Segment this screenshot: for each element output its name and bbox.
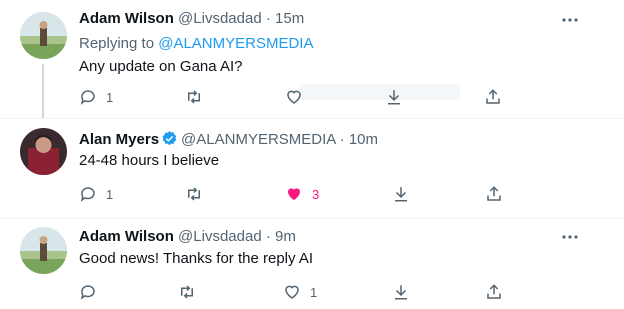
replying-to-link[interactable]: @ALANMYERSMEDIA [158, 35, 313, 52]
avatar[interactable] [20, 227, 67, 274]
tweet-header: Alan Myers @ALANMYERSMEDIA · 10m [79, 130, 378, 151]
tweet-header: Adam Wilson @Livsdadad · 9m [79, 228, 296, 245]
heart-icon [288, 188, 300, 200]
reply-icon [80, 285, 95, 300]
avatar[interactable] [20, 128, 67, 175]
author-name[interactable]: Adam Wilson [79, 228, 174, 245]
timestamp[interactable]: 9m [275, 228, 296, 245]
download-button[interactable] [385, 85, 403, 109]
retweet-icon [188, 90, 200, 104]
timestamp[interactable]: 10m [349, 131, 378, 148]
reply-icon [80, 187, 95, 202]
tweet-text: Any update on Gana AI? [79, 58, 243, 75]
author-name[interactable]: Adam Wilson [79, 10, 174, 27]
retweet-button[interactable] [185, 182, 203, 206]
tweet-3[interactable]: Adam Wilson @Livsdadad · 9m Good news! T… [0, 219, 624, 309]
separator-dot: · [265, 10, 271, 27]
download-icon [395, 285, 407, 300]
download-icon [388, 90, 400, 105]
replying-to-label: Replying to [79, 35, 159, 52]
tweet-text: Good news! Thanks for the reply AI [79, 250, 314, 267]
tweet-actions: 1 [0, 85, 624, 109]
reply-button[interactable]: 1 [79, 85, 113, 109]
more-options-button[interactable] [560, 10, 580, 30]
tweet-1[interactable]: Adam Wilson @Livsdadad · 15m Replying to… [0, 0, 624, 118]
author-name[interactable]: Alan Myers [79, 131, 159, 148]
share-button[interactable] [485, 280, 503, 304]
heart-icon [287, 90, 301, 104]
more-horizontal-icon [562, 18, 578, 22]
download-button[interactable] [392, 280, 410, 304]
like-button[interactable]: 1 [283, 280, 317, 304]
download-button[interactable] [392, 182, 410, 206]
retweet-icon [181, 285, 193, 299]
share-button[interactable] [484, 85, 502, 109]
reply-icon [80, 90, 95, 105]
reply-button[interactable]: 1 [79, 182, 113, 206]
author-handle[interactable]: @Livsdadad [178, 10, 262, 27]
share-icon [487, 186, 501, 201]
reply-count: 1 [106, 186, 114, 202]
share-button[interactable] [485, 182, 503, 206]
tweet-2[interactable]: Alan Myers @ALANMYERSMEDIA · 10m 24-48 ho… [0, 119, 624, 219]
separator-dot: · [339, 131, 345, 148]
heart-icon [285, 285, 299, 299]
separator-dot: · [265, 228, 271, 245]
download-icon [395, 187, 407, 202]
more-options-button[interactable] [560, 227, 580, 247]
author-handle[interactable]: @Livsdadad [178, 228, 262, 245]
tweet-header: Adam Wilson @Livsdadad · 15m [79, 10, 304, 27]
like-button[interactable] [285, 85, 303, 109]
like-count: 3 [312, 186, 320, 202]
like-button[interactable]: 3 [285, 182, 319, 206]
timestamp[interactable]: 15m [275, 10, 304, 27]
more-horizontal-icon [562, 235, 578, 239]
author-handle[interactable]: @ALANMYERSMEDIA [181, 131, 335, 148]
share-icon [486, 89, 500, 104]
replying-to: Replying to @ALANMYERSMEDIA [79, 35, 313, 52]
retweet-icon [188, 187, 200, 201]
reply-count: 1 [106, 89, 114, 105]
tweet-actions: 1 [0, 280, 624, 304]
tweet-text: 24-48 hours I believe [79, 152, 220, 169]
avatar[interactable] [20, 12, 67, 59]
like-count: 1 [310, 284, 318, 300]
retweet-button[interactable] [178, 280, 196, 304]
retweet-button[interactable] [185, 85, 203, 109]
share-icon [487, 284, 501, 299]
reply-button[interactable] [79, 280, 97, 304]
verified-badge-icon [161, 130, 178, 151]
tweet-actions: 1 3 [0, 182, 624, 206]
